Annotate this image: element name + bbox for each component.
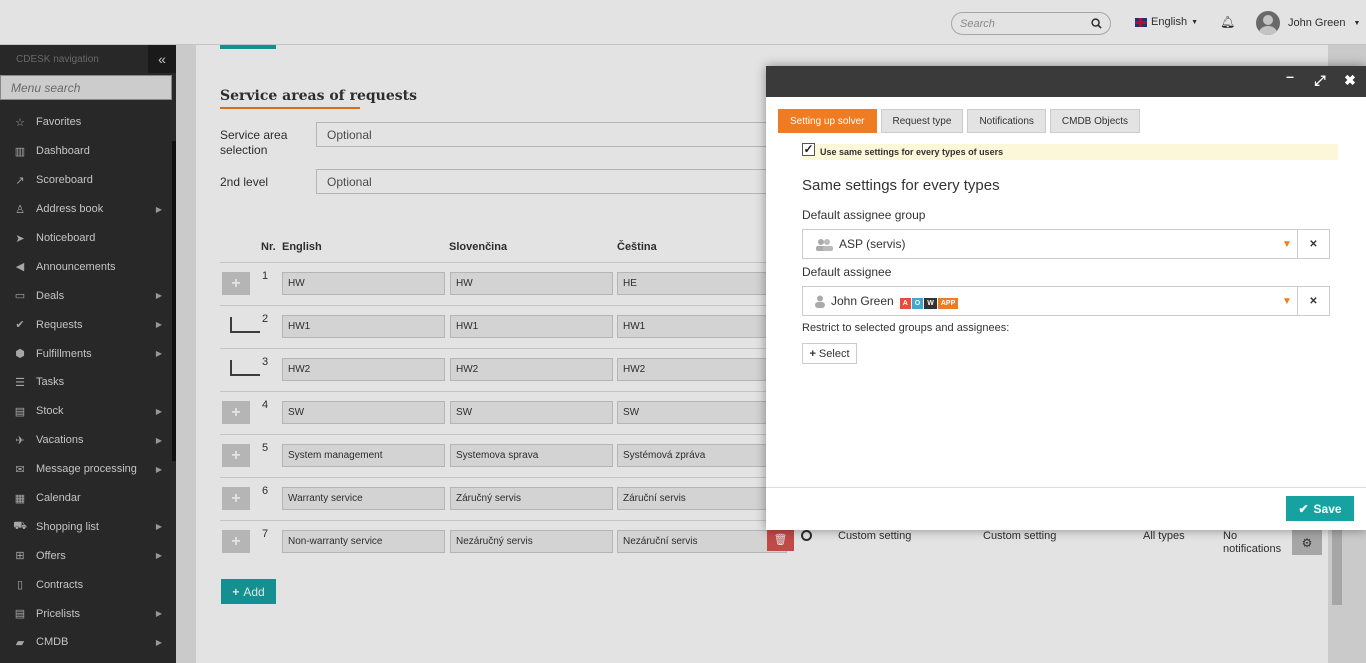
chevron-down-icon: ▼	[1282, 238, 1292, 250]
modal-heading: Same settings for every types	[802, 177, 1000, 194]
expand-icon[interactable]: ⤢	[1311, 72, 1329, 89]
restrict-label: Restrict to selected groups and assignee…	[802, 322, 1010, 334]
modal-header: – ⤢ ✖	[766, 66, 1366, 97]
select-label: Select	[818, 347, 850, 360]
close-icon[interactable]: ✖	[1341, 72, 1359, 89]
clear-assignee-button[interactable]: ✕	[1297, 287, 1329, 315]
save-label: Save	[1313, 501, 1342, 516]
modal-footer-divider	[766, 487, 1366, 488]
minimize-icon[interactable]: –	[1281, 68, 1299, 84]
same-settings-label: Use same settings for every types of use…	[820, 147, 1004, 157]
assignee-badge: O	[911, 297, 924, 309]
assignee-badge: W	[924, 297, 937, 309]
same-settings-row: ✓ Use same settings for every types of u…	[802, 142, 1338, 160]
modal-tabs: Setting up solver Request type Notificat…	[778, 109, 1141, 133]
assignee-group-label: Default assignee group	[802, 208, 926, 222]
assignee-badge: A	[899, 297, 911, 309]
tab-setting-up-solver[interactable]: Setting up solver	[778, 109, 877, 133]
solver-settings-modal: – ⤢ ✖ Setting up solver Request type Not…	[766, 66, 1366, 530]
chevron-down-icon: ▼	[1282, 295, 1292, 307]
clear-group-button[interactable]: ✕	[1297, 230, 1329, 258]
tab-notifications[interactable]: Notifications	[967, 109, 1046, 133]
same-settings-checkbox[interactable]: ✓	[802, 142, 815, 156]
select-button[interactable]: + Select	[802, 343, 857, 364]
users-icon	[816, 238, 833, 251]
save-button[interactable]: ✔ Save	[1286, 496, 1354, 521]
plus-icon: +	[809, 347, 816, 360]
tab-request-type[interactable]: Request type	[880, 109, 964, 133]
user-icon	[815, 295, 825, 308]
assignee-select[interactable]: John Green A O W APP ▼ ✕	[802, 286, 1330, 316]
check-icon: ✔	[1298, 501, 1309, 516]
assignee-label: Default assignee	[802, 265, 892, 279]
assignee-badge: APP	[937, 297, 959, 309]
tab-cmdb-objects[interactable]: CMDB Objects	[1049, 109, 1141, 133]
assignee-group-select[interactable]: ASP (servis) ▼ ✕	[802, 229, 1330, 259]
assignee-value: John Green	[831, 294, 894, 308]
assignee-badges: A O W APP	[899, 294, 960, 309]
assignee-group-value: ASP (servis)	[839, 237, 906, 251]
